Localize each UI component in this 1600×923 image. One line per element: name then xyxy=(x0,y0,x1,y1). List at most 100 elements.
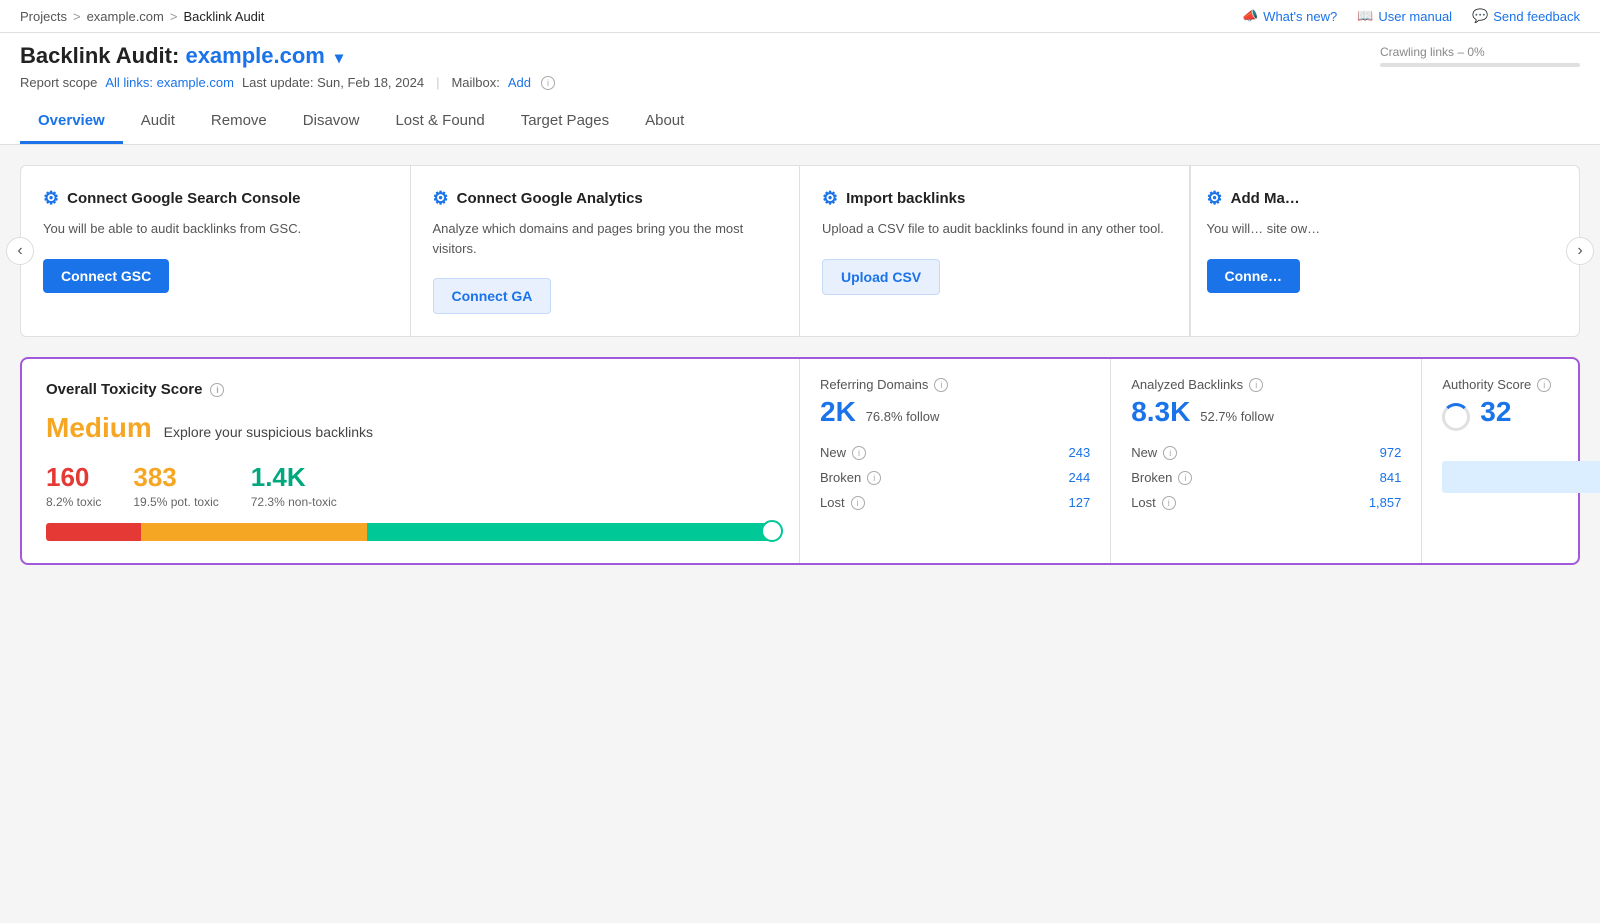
upload-csv-button[interactable]: Upload CSV xyxy=(822,259,940,295)
referring-domains-value-row: 2K 76.8% follow xyxy=(820,396,1090,428)
meta-row: Report scope All links: example.com Last… xyxy=(20,69,1580,100)
main-content: ‹ ⚙ Connect Google Search Console You wi… xyxy=(0,145,1600,595)
referring-domains-info-icon[interactable]: i xyxy=(934,378,948,392)
scope-link[interactable]: All links: example.com xyxy=(105,75,234,90)
header-section: Backlink Audit: example.com ▾ Crawling l… xyxy=(0,33,1600,145)
breadcrumb: Projects > example.com > Backlink Audit xyxy=(20,9,264,24)
connect-gsc-button[interactable]: Connect GSC xyxy=(43,259,169,293)
analyzed-backlinks-value: 8.3K xyxy=(1131,396,1190,427)
rd-new-info[interactable]: i xyxy=(852,446,866,460)
progress-bar-container xyxy=(1380,63,1580,67)
toxicity-bar-orange xyxy=(141,523,367,541)
toxicity-subtitle: Explore your suspicious backlinks xyxy=(164,424,373,440)
toxicity-scores: 160 8.2% toxic 383 19.5% pot. toxic 1.4K… xyxy=(46,462,775,509)
card-gsc-desc: You will be able to audit backlinks from… xyxy=(43,219,388,239)
tab-disavow[interactable]: Disavow xyxy=(285,100,378,144)
card-partial-desc: You will… site ow… xyxy=(1207,219,1330,239)
tab-audit[interactable]: Audit xyxy=(123,100,193,144)
card-import-desc: Upload a CSV file to audit backlinks fou… xyxy=(822,219,1167,239)
ab-broken-info[interactable]: i xyxy=(1178,471,1192,485)
authority-score-value: 32 xyxy=(1480,396,1511,427)
chevron-right-icon: › xyxy=(1577,242,1582,260)
tab-overview[interactable]: Overview xyxy=(20,100,123,144)
rd-row-lost: Lost i 127 xyxy=(820,490,1090,515)
card-gsc-title: ⚙ Connect Google Search Console xyxy=(43,188,388,209)
breadcrumb-sep2: > xyxy=(170,9,178,24)
toxicity-level-row: Medium Explore your suspicious backlinks xyxy=(46,412,775,444)
toxicity-level: Medium xyxy=(46,412,152,443)
toxicity-info-icon[interactable]: i xyxy=(210,383,224,397)
tab-target-pages[interactable]: Target Pages xyxy=(503,100,627,144)
toxicity-bar-green xyxy=(367,523,775,541)
ab-row-broken: Broken i 841 xyxy=(1131,465,1401,490)
analyzed-backlinks-panel: Analyzed Backlinks i 8.3K 52.7% follow N… xyxy=(1111,359,1422,563)
referring-domains-panel: Referring Domains i 2K 76.8% follow New … xyxy=(800,359,1111,563)
tox-score-toxic: 160 8.2% toxic xyxy=(46,462,101,509)
rd-row-broken: Broken i 244 xyxy=(820,465,1090,490)
breadcrumb-domain[interactable]: example.com xyxy=(87,9,164,24)
gear-icon-partial: ⚙ xyxy=(1207,188,1223,209)
gear-icon-ga: ⚙ xyxy=(433,188,449,209)
chat-icon: 💬 xyxy=(1472,8,1488,24)
card-partial: ⚙ Add Ma… You will… site ow… Conne… xyxy=(1190,166,1346,336)
cards-row: ⚙ Connect Google Search Console You will… xyxy=(20,165,1580,337)
toxicity-main: Overall Toxicity Score i Medium Explore … xyxy=(22,359,800,563)
gear-icon-gsc: ⚙ xyxy=(43,188,59,209)
rd-lost-info[interactable]: i xyxy=(851,496,865,510)
top-bar: Projects > example.com > Backlink Audit … xyxy=(0,0,1600,33)
ab-new-info[interactable]: i xyxy=(1163,446,1177,460)
cards-nav-right[interactable]: › xyxy=(1566,237,1594,265)
referring-domains-title: Referring Domains i xyxy=(820,377,1090,392)
ab-row-lost: Lost i 1,857 xyxy=(1131,490,1401,515)
breadcrumb-projects[interactable]: Projects xyxy=(20,9,67,24)
mailbox-info-icon[interactable]: i xyxy=(541,76,555,90)
referring-domains-rows: New i 243 Broken i 244 Lost i 127 xyxy=(820,440,1090,515)
rd-broken-info[interactable]: i xyxy=(867,471,881,485)
card-import: ⚙ Import backlinks Upload a CSV file to … xyxy=(800,166,1190,336)
card-gsc: ⚙ Connect Google Search Console You will… xyxy=(21,166,411,336)
toxicity-section: Overall Toxicity Score i Medium Explore … xyxy=(20,357,1580,565)
tab-about[interactable]: About xyxy=(627,100,702,144)
analyzed-backlinks-title: Analyzed Backlinks i xyxy=(1131,377,1401,392)
breadcrumb-sep1: > xyxy=(73,9,81,24)
book-icon: 📖 xyxy=(1357,8,1373,24)
card-import-title: ⚙ Import backlinks xyxy=(822,188,1167,209)
cards-nav-left[interactable]: ‹ xyxy=(6,237,34,265)
user-manual-button[interactable]: 📖 User manual xyxy=(1357,8,1452,24)
connect-ga-button[interactable]: Connect GA xyxy=(433,278,552,314)
authority-score-value-row: 32 xyxy=(1442,396,1600,431)
connect-partial-button[interactable]: Conne… xyxy=(1207,259,1301,293)
analyzed-backlinks-value-row: 8.3K 52.7% follow xyxy=(1131,396,1401,428)
tab-lost-found[interactable]: Lost & Found xyxy=(377,100,502,144)
domain-link[interactable]: example.com xyxy=(185,43,324,68)
referring-domains-follow: 76.8% follow xyxy=(866,409,940,424)
card-partial-title: ⚙ Add Ma… xyxy=(1207,188,1330,209)
chevron-left-icon: ‹ xyxy=(17,242,22,260)
authority-score-panel: Authority Score i 32 xyxy=(1422,359,1600,563)
title-row: Backlink Audit: example.com ▾ Crawling l… xyxy=(20,43,1580,69)
card-ga-desc: Analyze which domains and pages bring yo… xyxy=(433,219,778,258)
tox-score-pot-toxic: 383 19.5% pot. toxic xyxy=(133,462,218,509)
tabs-row: Overview Audit Remove Disavow Lost & Fou… xyxy=(20,100,1580,144)
domain-dropdown-arrow[interactable]: ▾ xyxy=(335,50,343,67)
toxicity-bar xyxy=(46,523,775,541)
authority-score-chart xyxy=(1442,461,1600,493)
page-title: Backlink Audit: example.com ▾ xyxy=(20,43,343,69)
megaphone-icon: 📣 xyxy=(1242,8,1258,24)
breadcrumb-current: Backlink Audit xyxy=(183,9,264,24)
analyzed-backlinks-follow: 52.7% follow xyxy=(1200,409,1274,424)
whats-new-button[interactable]: 📣 What's new? xyxy=(1242,8,1337,24)
toxicity-bar-red xyxy=(46,523,141,541)
rd-row-new: New i 243 xyxy=(820,440,1090,465)
gear-icon-import: ⚙ xyxy=(822,188,838,209)
authority-score-circle xyxy=(1442,403,1470,431)
mailbox-link[interactable]: Add xyxy=(508,75,531,90)
tab-remove[interactable]: Remove xyxy=(193,100,285,144)
send-feedback-button[interactable]: 💬 Send feedback xyxy=(1472,8,1580,24)
ab-lost-info[interactable]: i xyxy=(1162,496,1176,510)
card-ga: ⚙ Connect Google Analytics Analyze which… xyxy=(411,166,801,336)
authority-score-info-icon[interactable]: i xyxy=(1537,378,1551,392)
analyzed-backlinks-info-icon[interactable]: i xyxy=(1249,378,1263,392)
crawling-status: Crawling links – 0% xyxy=(1380,45,1580,67)
analyzed-backlinks-rows: New i 972 Broken i 841 Lost i 1,857 xyxy=(1131,440,1401,515)
